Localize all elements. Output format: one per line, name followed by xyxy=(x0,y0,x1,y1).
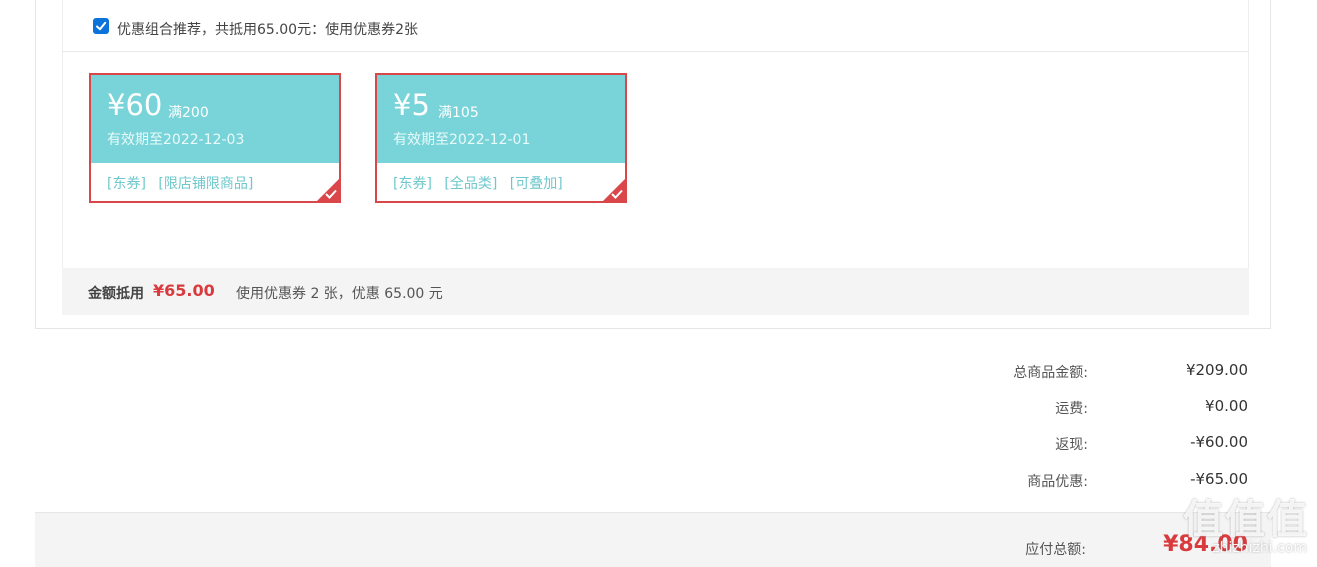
combo-recommend-text: 优惠组合推荐，共抵用65.00元：使用优惠券2张 xyxy=(117,22,418,38)
payable-label: 应付总额: xyxy=(1025,542,1086,558)
coupon-expiry: 有效期至2022-12-03 xyxy=(107,132,245,148)
coupon-tag: [限店铺限商品] xyxy=(158,176,254,192)
cashback-value: -¥60.00 xyxy=(1190,433,1248,451)
discount-label: 商品优惠: xyxy=(1027,474,1088,490)
watermark-logo: 值值值 xyxy=(1183,497,1309,543)
coupon-tag: [东券] xyxy=(393,176,432,192)
total-goods-label: 总商品金额: xyxy=(1013,365,1088,381)
coupon-condition: 满105 xyxy=(438,105,479,121)
coupon-summary-bar: 金额抵用 ¥65.00 使用优惠券 2 张，优惠 65.00 元 xyxy=(62,268,1249,315)
discount-value: -¥65.00 xyxy=(1190,470,1248,488)
cashback-label: 返现: xyxy=(1055,437,1088,453)
coupon-card[interactable]: ¥60 满200 有效期至2022-12-03 [东券] [限店铺限商品] xyxy=(89,73,341,203)
coupon-tags: [东券] [限店铺限商品] xyxy=(107,173,261,193)
summary-amount: ¥65.00 xyxy=(153,281,215,300)
checkmark-icon xyxy=(96,21,107,31)
total-goods-value: ¥209.00 xyxy=(1185,361,1248,379)
coupon-tag: [可叠加] xyxy=(509,176,563,192)
coupon-condition: 满200 xyxy=(168,105,209,121)
check-icon xyxy=(611,189,623,199)
coupon-amount: ¥60 xyxy=(107,88,163,122)
summary-label: 金额抵用 xyxy=(88,286,144,302)
coupon-tag: [全品类] xyxy=(444,176,498,192)
coupon-card[interactable]: ¥5 满105 有效期至2022-12-01 [东券] [全品类] [可叠加] xyxy=(375,73,627,203)
combo-recommend-checkbox[interactable] xyxy=(93,18,109,34)
coupon-tag: [东券] xyxy=(107,176,146,192)
watermark-site: zhizhizhi.com xyxy=(1212,540,1307,556)
shipping-value: ¥0.00 xyxy=(1205,397,1248,415)
shipping-label: 运费: xyxy=(1055,401,1088,417)
coupon-tags: [东券] [全品类] [可叠加] xyxy=(393,173,571,193)
summary-description: 使用优惠券 2 张，优惠 65.00 元 xyxy=(236,286,443,302)
coupon-amount: ¥5 xyxy=(393,88,430,122)
check-icon xyxy=(325,189,337,199)
coupon-expiry: 有效期至2022-12-01 xyxy=(393,132,531,148)
